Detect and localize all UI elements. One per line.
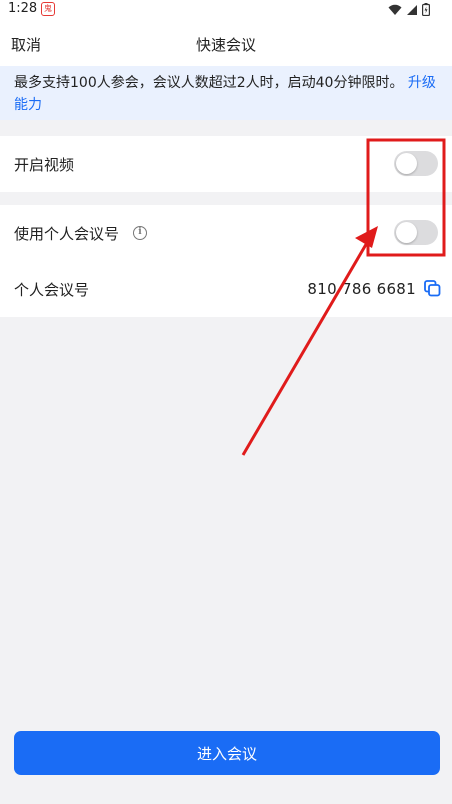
meeting-number-row: 个人会议号 810 786 6681: [0, 261, 452, 317]
video-toggle-knob: [396, 153, 417, 174]
video-toggle[interactable]: [394, 151, 438, 176]
info-icon[interactable]: i: [133, 226, 147, 240]
participant-limit-notice: 最多支持100人参会，会议人数超过2人时，启动40分钟限时。 升级能力: [0, 66, 452, 120]
meeting-number-label: 个人会议号: [14, 281, 90, 299]
annotation-overlay: [241, 138, 446, 456]
video-label: 开启视频: [14, 156, 75, 174]
personal-meeting-id-toggle-knob: [396, 222, 417, 243]
personal-meeting-id-label: 使用个人会议号: [14, 225, 120, 243]
battery-icon: [422, 3, 430, 16]
meeting-number-value: 810 786 6681: [307, 280, 416, 298]
copy-icon[interactable]: [424, 280, 441, 297]
video-settings-card: 开启视频: [0, 136, 452, 192]
status-bar: 1:28 鬼: [0, 0, 452, 20]
personal-meeting-id-row: 使用个人会议号 i: [0, 205, 452, 261]
personal-meeting-card: 使用个人会议号 i 个人会议号 810 786 6681: [0, 205, 452, 317]
notice-text: 最多支持100人参会，会议人数超过2人时，启动40分钟限时。: [14, 75, 404, 91]
enter-meeting-button[interactable]: 进入会议: [14, 731, 440, 775]
page-title: 快速会议: [195, 36, 256, 54]
status-icons: [388, 3, 430, 16]
signal-icon: [407, 4, 417, 15]
video-row: 开启视频: [0, 136, 452, 192]
navigation-bar: 取消 快速会议: [0, 20, 452, 66]
wifi-icon: [388, 4, 402, 15]
notification-app-icon: 鬼: [41, 2, 55, 16]
personal-meeting-id-toggle[interactable]: [394, 220, 438, 245]
status-time: 1:28: [8, 1, 38, 16]
